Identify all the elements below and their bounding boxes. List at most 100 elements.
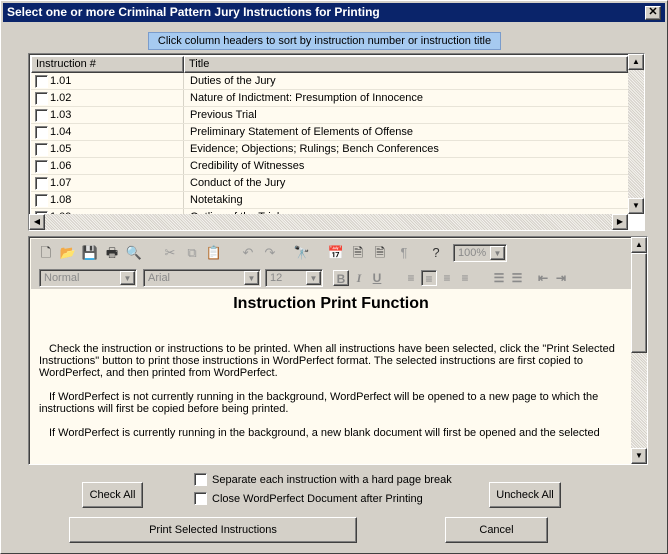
scroll-up-button[interactable]: ▲ [628, 54, 644, 70]
column-header-title[interactable]: Title [184, 56, 628, 73]
insert-page-icon[interactable]: 🗎 [371, 244, 389, 262]
hard-page-break-option[interactable]: Separate each instruction with a hard pa… [194, 473, 452, 486]
table-row[interactable]: 1.08 Notetaking [31, 192, 628, 209]
table-row[interactable]: 1.05 Evidence; Objections; Rulings; Bench… [31, 141, 628, 158]
table-row[interactable]: 1.06 Credibility of Witnesses [31, 158, 628, 175]
save-icon[interactable]: 💾 [81, 244, 99, 262]
row-checkbox[interactable] [35, 125, 48, 139]
italic-icon[interactable]: I [351, 270, 367, 286]
instruction-number: 1.06 [50, 160, 72, 172]
grid-header: Instruction # Title [31, 56, 628, 73]
scroll-down-button[interactable]: ▼ [628, 198, 644, 214]
grid-vertical-scrollbar[interactable]: ▲ ▼ [628, 54, 644, 214]
help-icon[interactable]: ? [427, 244, 445, 262]
insert-date-icon[interactable]: 📅 [327, 244, 345, 262]
format-toolbar: Normal ▼ Arial ▼ 12 ▼ B I U ≡ ≡ ≡ ≡ ☰ ☰ … [31, 267, 631, 289]
scroll-thumb[interactable] [631, 253, 647, 353]
scroll-up-button[interactable]: ▲ [631, 237, 647, 253]
print-preview-icon[interactable]: 🔍 [125, 244, 143, 262]
decrease-indent-icon[interactable]: ⇤ [535, 270, 551, 286]
dialog-window: Select one or more Criminal Pattern Jury… [0, 0, 668, 554]
cut-icon[interactable]: ✂ [161, 244, 179, 262]
bullet-list-icon[interactable]: ☰ [509, 270, 525, 286]
zoom-value: 100% [458, 247, 487, 259]
scroll-down-button[interactable]: ▼ [631, 448, 647, 464]
document-heading: Instruction Print Function [233, 295, 429, 312]
instruction-title: Conduct of the Jury [190, 177, 286, 189]
row-checkbox[interactable] [35, 91, 48, 105]
scroll-right-button[interactable]: ▶ [612, 214, 628, 230]
table-row[interactable]: 1.03 Previous Trial [31, 107, 628, 124]
instruction-title: Notetaking [190, 194, 243, 206]
instruction-number-cell: 1.02 [31, 90, 184, 106]
open-folder-icon[interactable]: 📂 [59, 244, 77, 262]
size-select[interactable]: 12 ▼ [265, 269, 323, 287]
increase-indent-icon[interactable]: ⇥ [553, 270, 569, 286]
paragraph-marks-icon[interactable]: ¶ [395, 244, 413, 262]
align-right-icon[interactable]: ≡ [439, 270, 455, 286]
table-row[interactable]: 1.04 Preliminary Statement of Elements of… [31, 124, 628, 141]
print-selected-button[interactable]: Print Selected Instructions [69, 517, 357, 543]
print-icon[interactable]: 🖶 [103, 244, 121, 262]
editor-vertical-scrollbar[interactable]: ▲ ▼ [631, 237, 647, 464]
close-document-checkbox[interactable] [194, 492, 207, 505]
instruction-title: Evidence; Objections; Rulings; Bench Con… [190, 143, 439, 155]
grid-rows: 1.01 Duties of the Jury 1.02 Nature of Indi… [31, 73, 628, 214]
close-document-option[interactable]: Close WordPerfect Document after Printin… [194, 492, 423, 505]
table-row[interactable]: 1.02 Nature of Indictment: Presumption of… [31, 90, 628, 107]
column-header-instruction-number[interactable]: Instruction # [31, 56, 184, 73]
zoom-select[interactable]: 100% ▼ [453, 244, 507, 262]
instruction-number-cell: 1.07 [31, 175, 184, 191]
check-all-button[interactable]: Check All [82, 482, 143, 508]
cancel-button[interactable]: Cancel [445, 517, 548, 543]
grid-horizontal-scrollbar[interactable]: ◀ ▶ [29, 214, 628, 230]
table-row[interactable]: 1.01 Duties of the Jury [31, 73, 628, 90]
instruction-title: Duties of the Jury [190, 75, 276, 87]
scroll-left-button[interactable]: ◀ [29, 214, 45, 230]
numbered-list-icon[interactable]: ☰ [491, 270, 507, 286]
find-icon[interactable]: 🔭 [293, 244, 311, 262]
paragraph-1: Check the instruction or instructions to… [39, 343, 615, 379]
instruction-number-cell: 1.01 [31, 73, 184, 89]
paste-icon[interactable]: 📋 [205, 244, 223, 262]
row-checkbox[interactable] [35, 193, 48, 207]
justify-icon[interactable]: ≡ [457, 270, 473, 286]
instruction-number: 1.01 [50, 75, 72, 87]
font-select[interactable]: Arial ▼ [143, 269, 261, 287]
document-body[interactable]: Instruction Print Function Check the ins… [31, 291, 631, 463]
instruction-number: 1.02 [50, 92, 72, 104]
hard-page-break-checkbox[interactable] [194, 473, 207, 486]
row-checkbox[interactable] [35, 176, 48, 190]
row-checkbox[interactable] [35, 108, 48, 122]
instruction-number: 1.08 [50, 194, 72, 206]
paragraph-2: If WordPerfect is not currently running … [39, 391, 599, 415]
chevron-down-icon[interactable]: ▼ [244, 271, 259, 285]
copy-icon[interactable]: ⧉ [183, 244, 201, 262]
row-checkbox[interactable] [35, 159, 48, 173]
title-bar: Select one or more Criminal Pattern Jury… [3, 3, 665, 22]
table-row[interactable]: 1.07 Conduct of the Jury [31, 175, 628, 192]
close-button[interactable]: ✕ [645, 6, 661, 20]
size-value: 12 [270, 272, 283, 284]
instruction-number-cell: 1.05 [31, 141, 184, 157]
style-select[interactable]: Normal ▼ [39, 269, 137, 287]
align-center-icon[interactable]: ≡ [421, 270, 437, 286]
row-checkbox[interactable] [35, 142, 48, 156]
instruction-number: 1.04 [50, 126, 72, 138]
chevron-down-icon[interactable]: ▼ [490, 246, 505, 260]
bold-icon[interactable]: B [333, 270, 349, 286]
instruction-number: 1.07 [50, 177, 72, 189]
uncheck-all-button[interactable]: Uncheck All [489, 482, 561, 508]
instruction-title: Previous Trial [190, 109, 257, 121]
style-value: Normal [44, 272, 80, 284]
chevron-down-icon[interactable]: ▼ [306, 271, 321, 285]
undo-icon[interactable]: ↶ [239, 244, 257, 262]
underline-icon[interactable]: U [369, 270, 385, 286]
row-checkbox[interactable] [35, 74, 48, 88]
new-document-icon[interactable]: 🗋 [37, 244, 55, 262]
redo-icon[interactable]: ↷ [261, 244, 279, 262]
instruction-number: 1.05 [50, 143, 72, 155]
insert-object-icon[interactable]: 🗎 [349, 244, 367, 262]
chevron-down-icon[interactable]: ▼ [120, 271, 135, 285]
align-left-icon[interactable]: ≡ [403, 270, 419, 286]
